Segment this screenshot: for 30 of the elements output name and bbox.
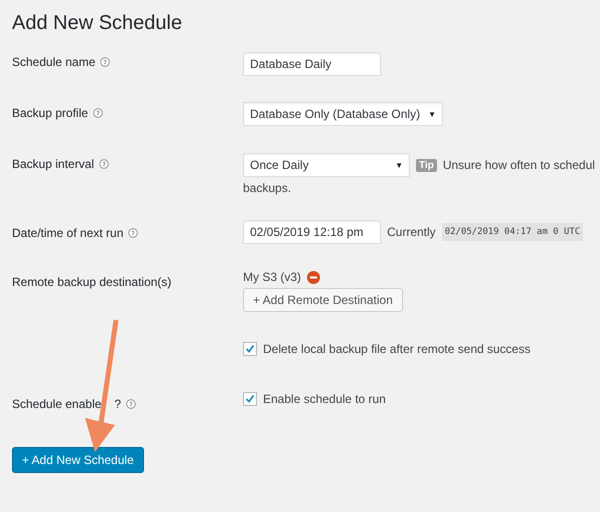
field-label: Backup profile bbox=[12, 106, 88, 120]
field-label: Remote backup destination(s) bbox=[12, 275, 172, 289]
help-icon[interactable] bbox=[100, 57, 110, 67]
field-label: Schedule name bbox=[12, 55, 96, 69]
checkbox-label: Delete local backup file after remote send success bbox=[263, 342, 530, 356]
checkbox[interactable] bbox=[243, 342, 257, 356]
help-icon[interactable] bbox=[128, 228, 138, 238]
field-label: Date/time of next run bbox=[12, 226, 124, 240]
current-time: 02/05/2019 04:17 am 0 UTC bbox=[442, 223, 584, 241]
help-icon[interactable] bbox=[99, 159, 110, 169]
tip-badge: Tip bbox=[416, 158, 437, 172]
add-destination-button[interactable]: + Add Remote Destination bbox=[243, 288, 403, 312]
date-field[interactable]: 02/05/2019 12:18 pm bbox=[243, 220, 381, 244]
help-icon[interactable] bbox=[126, 399, 136, 409]
field-label: Schedule enable bbox=[12, 397, 102, 411]
help-icon[interactable] bbox=[93, 108, 104, 118]
current-label: Currently bbox=[387, 225, 436, 239]
remove-icon[interactable] bbox=[307, 270, 320, 284]
destination-name: My S3 (v3) bbox=[243, 270, 302, 284]
field-label: ? bbox=[114, 397, 122, 411]
select-field[interactable]: Database Only (Database Only) ▼ bbox=[243, 102, 444, 126]
tip-text: Unsure how often to schedul bbox=[442, 158, 595, 172]
tip-text: backups. bbox=[243, 181, 292, 195]
text-field[interactable]: Database Daily bbox=[243, 52, 381, 76]
add-schedule-button[interactable]: + Add New Schedule bbox=[12, 447, 144, 473]
select-field[interactable]: Once Daily ▼ bbox=[243, 153, 410, 177]
checkbox[interactable] bbox=[243, 392, 257, 406]
checkbox-label: Enable schedule to run bbox=[263, 392, 386, 406]
field-label: Backup interval bbox=[12, 157, 94, 171]
page-title: Add New Schedule bbox=[12, 12, 184, 35]
